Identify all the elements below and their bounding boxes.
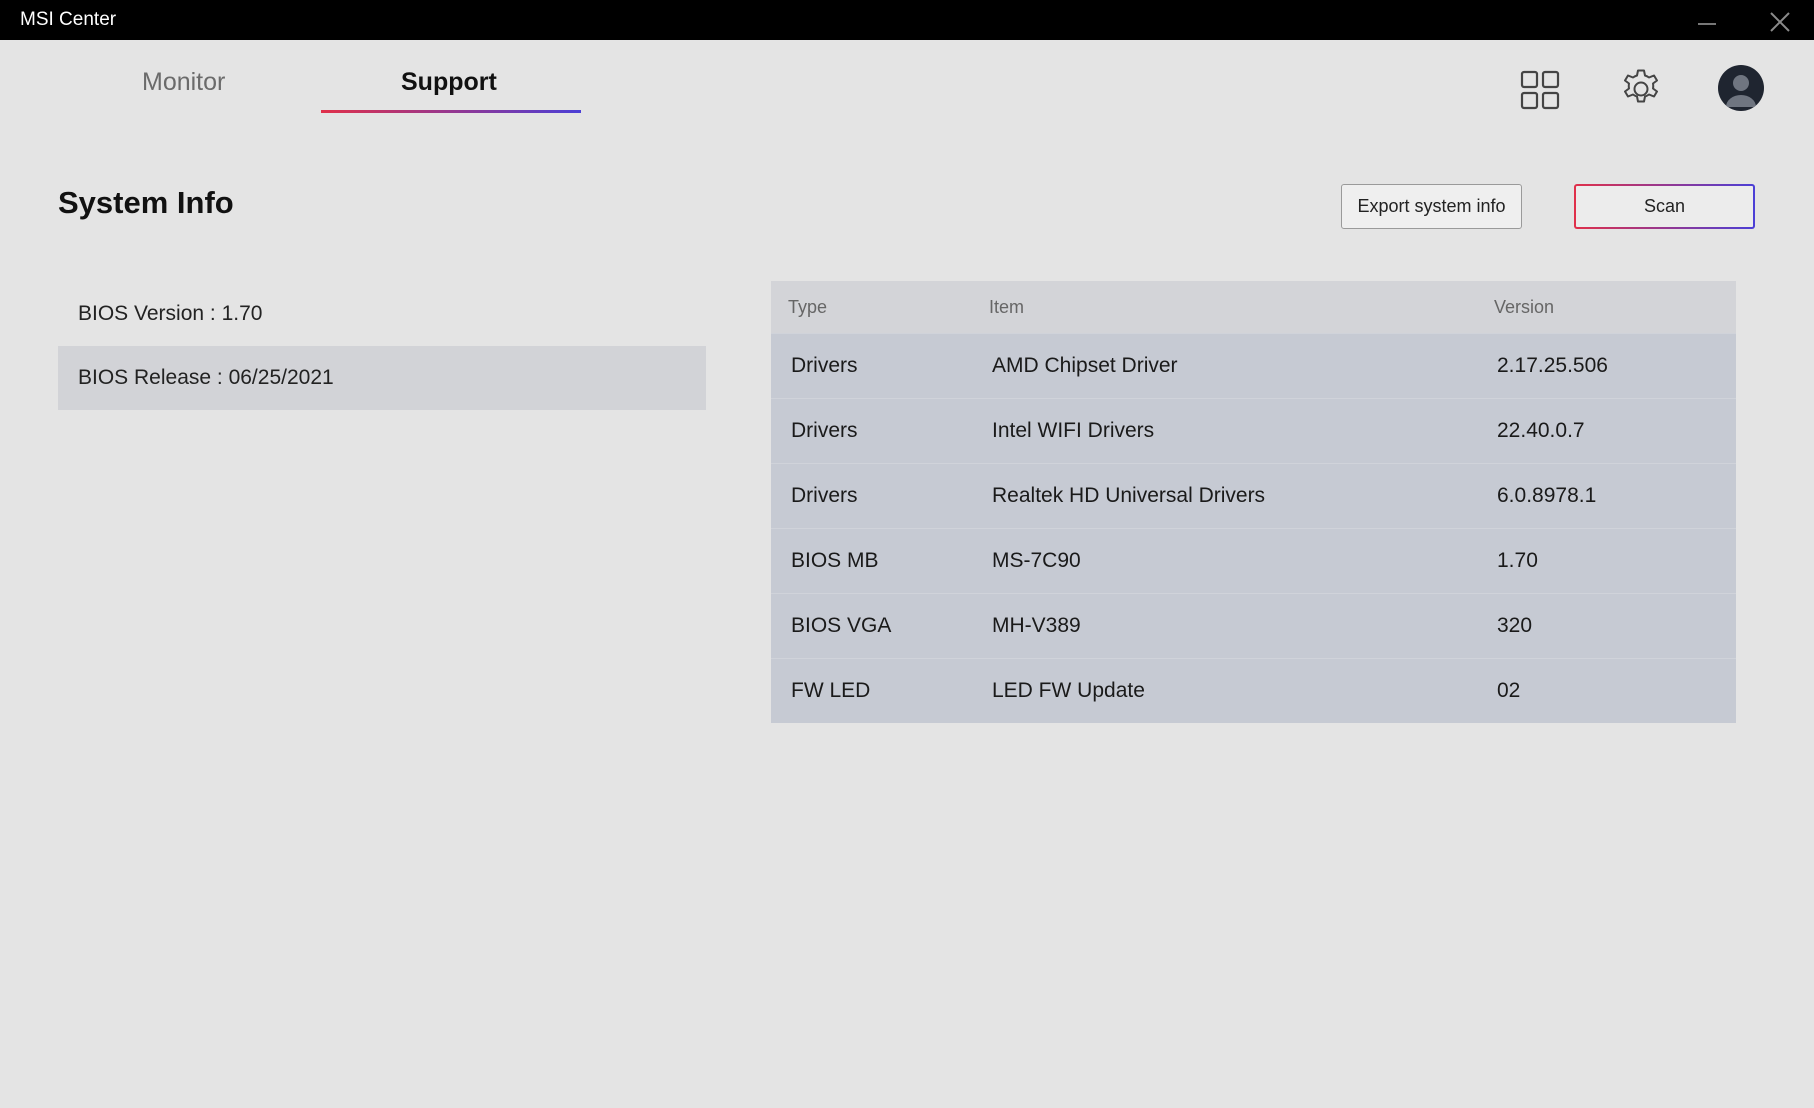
table-row: BIOS MB MS-7C90 1.70 xyxy=(771,528,1736,593)
minimize-button[interactable] xyxy=(1677,0,1737,40)
tab-support[interactable]: Support xyxy=(401,68,497,97)
user-icon xyxy=(1726,75,1756,107)
cell-item: Realtek HD Universal Drivers xyxy=(992,484,1266,507)
table-row: FW LED LED FW Update 02 xyxy=(771,658,1736,723)
cell-type: BIOS VGA xyxy=(791,614,892,637)
window-title: MSI Center xyxy=(20,9,117,30)
cell-version: 22.40.0.7 xyxy=(1497,419,1585,442)
cell-item: LED FW Update xyxy=(992,679,1145,702)
column-header-item: Item xyxy=(989,296,1025,317)
cell-version: 1.70 xyxy=(1497,549,1538,572)
cell-version: 2.17.25.506 xyxy=(1497,354,1608,377)
user-avatar[interactable] xyxy=(1718,65,1764,111)
scan-button[interactable]: Scan xyxy=(1574,184,1755,229)
cell-item: AMD Chipset Driver xyxy=(992,354,1178,377)
cell-item: Intel WIFI Drivers xyxy=(992,419,1155,442)
table-row: Drivers Intel WIFI Drivers 22.40.0.7 xyxy=(771,398,1736,463)
cell-item: MS-7C90 xyxy=(992,549,1081,572)
cell-type: Drivers xyxy=(791,484,858,507)
column-header-version: Version xyxy=(1494,296,1555,317)
driver-version-table: Type Item Version Drivers AMD Chipset Dr… xyxy=(771,281,1736,723)
close-button[interactable] xyxy=(1750,0,1810,40)
title-bar: MSI Center xyxy=(0,0,1814,40)
bios-release: BIOS Release : 06/25/2021 xyxy=(58,346,706,410)
table-header: Type Item Version xyxy=(771,281,1736,333)
page-title: System Info xyxy=(58,185,234,220)
bios-version: BIOS Version : 1.70 xyxy=(78,302,263,325)
cell-type: BIOS MB xyxy=(791,549,879,572)
table-row: BIOS VGA MH-V389 320 xyxy=(771,593,1736,658)
table-row: Drivers Realtek HD Universal Drivers 6.0… xyxy=(771,463,1736,528)
cell-type: FW LED xyxy=(791,679,871,702)
cell-type: Drivers xyxy=(791,419,858,442)
apps-grid-icon[interactable] xyxy=(1520,70,1560,110)
cell-version: 02 xyxy=(1497,679,1521,702)
cell-item: MH-V389 xyxy=(992,614,1081,637)
tab-monitor[interactable]: Monitor xyxy=(142,68,225,97)
cell-type: Drivers xyxy=(791,354,858,377)
close-icon xyxy=(1770,12,1790,32)
cell-version: 6.0.8978.1 xyxy=(1497,484,1597,507)
cell-version: 320 xyxy=(1497,614,1533,637)
active-tab-indicator xyxy=(321,110,581,113)
column-header-type: Type xyxy=(788,296,828,317)
export-system-info-button[interactable]: Export system info xyxy=(1341,184,1522,229)
gear-icon[interactable] xyxy=(1619,67,1663,111)
table-row: Drivers AMD Chipset Driver 2.17.25.506 xyxy=(771,333,1736,398)
